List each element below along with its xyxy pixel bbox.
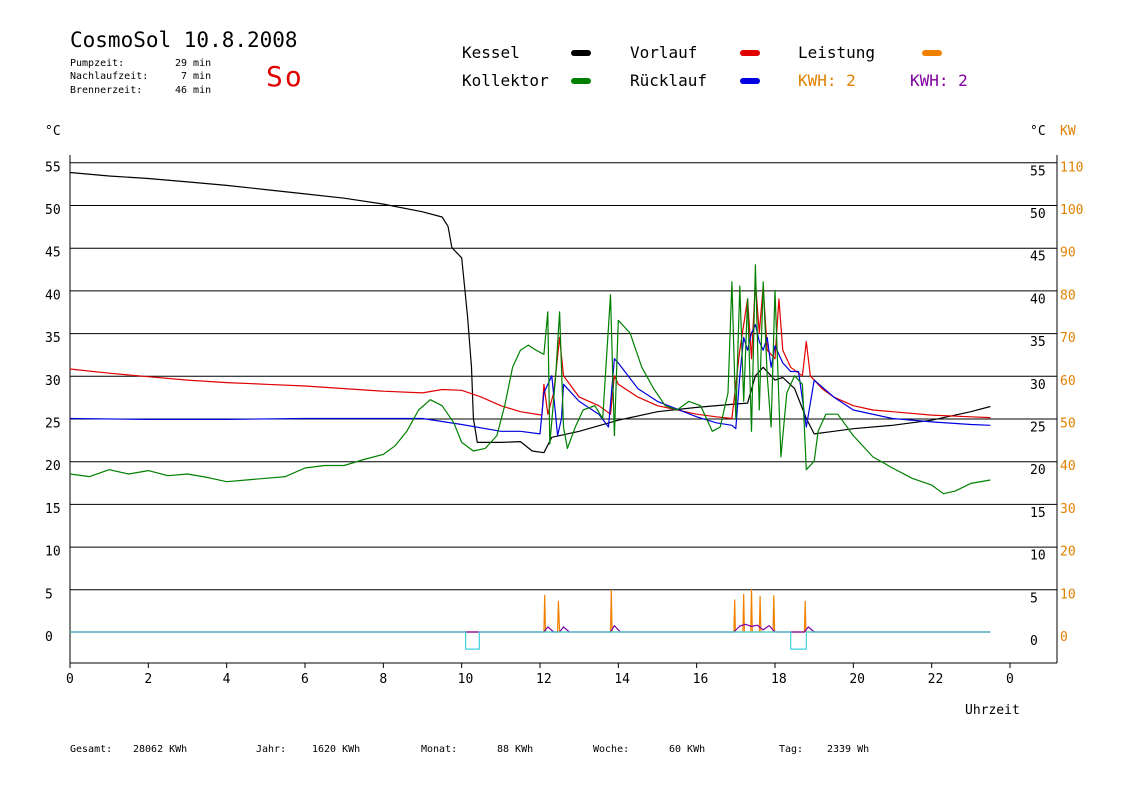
series-line-leistung-avg [70,623,991,633]
x-tick-4: 8 [379,672,387,687]
kw-tick-110: 110 [1060,160,1083,175]
kw-tick-20: 20 [1060,545,1076,560]
y-tick-left-35: 35 [45,331,61,346]
x-tick-11: 22 [928,672,944,687]
temperature-chart: 0 0 05 5 1010 10 2015 15 3020 20 4025 25 5030 30 6035 3… [45,124,1083,718]
x-tick-2: 4 [223,672,231,687]
y-tick-left-0: 0 [45,630,53,645]
series-line-pumpe [70,631,991,650]
x-tick-8: 16 [693,672,709,687]
y-tick-right-35: 35 [1030,335,1046,350]
kw-tick-40: 40 [1060,459,1076,474]
y-tick-right-5: 5 [1030,591,1038,606]
y-tick-left-55: 55 [45,160,61,175]
kw-axis-unit: KW [1060,124,1076,139]
kw-tick-30: 30 [1060,502,1076,517]
y-tick-left-10: 10 [45,545,61,560]
y-tick-left-30: 30 [45,374,61,389]
y-tick-right-40: 40 [1030,292,1046,307]
y-tick-right-15: 15 [1030,506,1046,521]
y-tick-right-10: 10 [1030,549,1046,564]
y-tick-right-25: 25 [1030,421,1046,436]
kw-tick-60: 60 [1060,374,1076,389]
y-tick-left-20: 20 [45,459,61,474]
series-line-leistung [70,588,991,633]
y-tick-right-45: 45 [1030,250,1046,265]
x-tick-7: 14 [614,672,630,687]
x-axis-label: Uhrzeit [965,703,1020,718]
x-tick-12: 0 [1006,672,1014,687]
y-tick-left-45: 45 [45,246,61,261]
x-tick-6: 12 [536,672,552,687]
y-tick-left-15: 15 [45,502,61,517]
y-tick-right-30: 30 [1030,378,1046,393]
x-tick-5: 10 [458,672,474,687]
y-axis-unit-left: °C [45,124,61,139]
y-tick-right-50: 50 [1030,207,1046,222]
kw-tick-90: 90 [1060,246,1076,261]
y-axis-unit-right: °C [1030,124,1046,139]
kw-tick-100: 100 [1060,203,1083,218]
series-line-kollektor [69,264,991,495]
y-tick-left-25: 25 [45,417,61,432]
x-tick-1: 2 [144,672,152,687]
x-tick-0: 0 [66,672,74,687]
y-tick-right-55: 55 [1030,164,1046,179]
series-line-kessel [69,171,991,454]
x-tick-10: 20 [849,672,865,687]
kw-tick-10: 10 [1060,587,1076,602]
y-tick-right-0: 0 [1030,634,1038,649]
y-tick-right-20: 20 [1030,463,1046,478]
y-tick-left-40: 40 [45,288,61,303]
series-line-vorlauf [69,281,991,420]
kw-tick-50: 50 [1060,417,1076,432]
y-tick-left-50: 50 [45,203,61,218]
x-tick-9: 18 [771,672,787,687]
kw-tick-0: 0 [1060,630,1068,645]
kw-tick-80: 80 [1060,288,1076,303]
kw-tick-70: 70 [1060,331,1076,346]
x-tick-3: 6 [301,672,309,687]
y-tick-left-5: 5 [45,587,53,602]
